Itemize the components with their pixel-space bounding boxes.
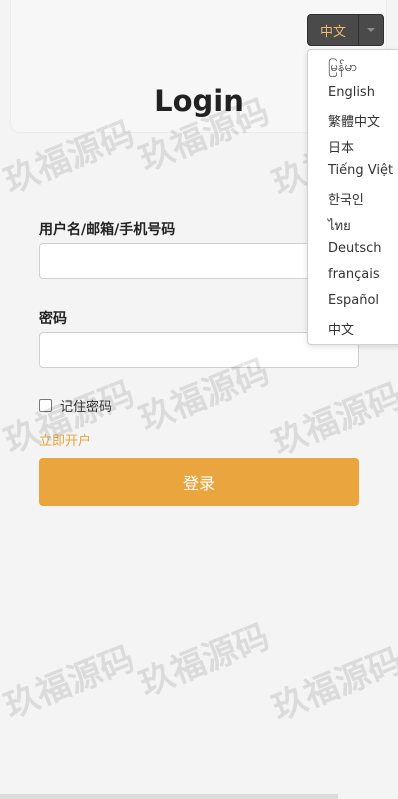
language-option[interactable]: Tiếng Việt <box>328 163 393 178</box>
remember-password-row[interactable]: 记住密码 <box>39 396 112 415</box>
language-option[interactable]: ไทย <box>328 215 351 236</box>
language-option[interactable]: 日本 <box>328 137 354 156</box>
horizontal-scrollbar[interactable] <box>0 794 338 799</box>
language-option[interactable]: English <box>328 85 375 100</box>
remember-password-label: 记住密码 <box>60 400 113 415</box>
language-dropdown-toggle[interactable] <box>359 15 383 45</box>
language-option[interactable]: Deutsch <box>328 241 382 256</box>
watermark: 玖福源码 <box>266 640 398 729</box>
caret-down-icon <box>367 28 375 32</box>
language-option[interactable]: မြန်မာ <box>328 59 357 78</box>
language-option[interactable]: Español <box>328 293 379 308</box>
language-dropdown-menu: မြန်မာ English 繁體中文 日本 Tiếng Việt 한국인 ไท… <box>307 49 398 345</box>
watermark: 玖福源码 <box>0 638 140 727</box>
watermark: 玖福源码 <box>266 375 398 464</box>
remember-password-checkbox[interactable] <box>39 399 52 412</box>
language-option[interactable]: français <box>328 267 380 282</box>
login-button[interactable]: 登录 <box>39 458 359 506</box>
language-selector[interactable]: 中文 <box>307 14 384 46</box>
language-option[interactable]: 中文 <box>328 319 354 338</box>
password-label: 密码 <box>39 311 67 327</box>
watermark: 玖福源码 <box>133 616 275 705</box>
register-link[interactable]: 立即开户 <box>39 430 91 449</box>
language-option[interactable]: 繁體中文 <box>328 111 380 130</box>
language-current-label[interactable]: 中文 <box>308 15 359 45</box>
username-label: 用户名/邮箱/手机号码 <box>39 222 176 238</box>
language-option[interactable]: 한국인 <box>328 189 364 208</box>
